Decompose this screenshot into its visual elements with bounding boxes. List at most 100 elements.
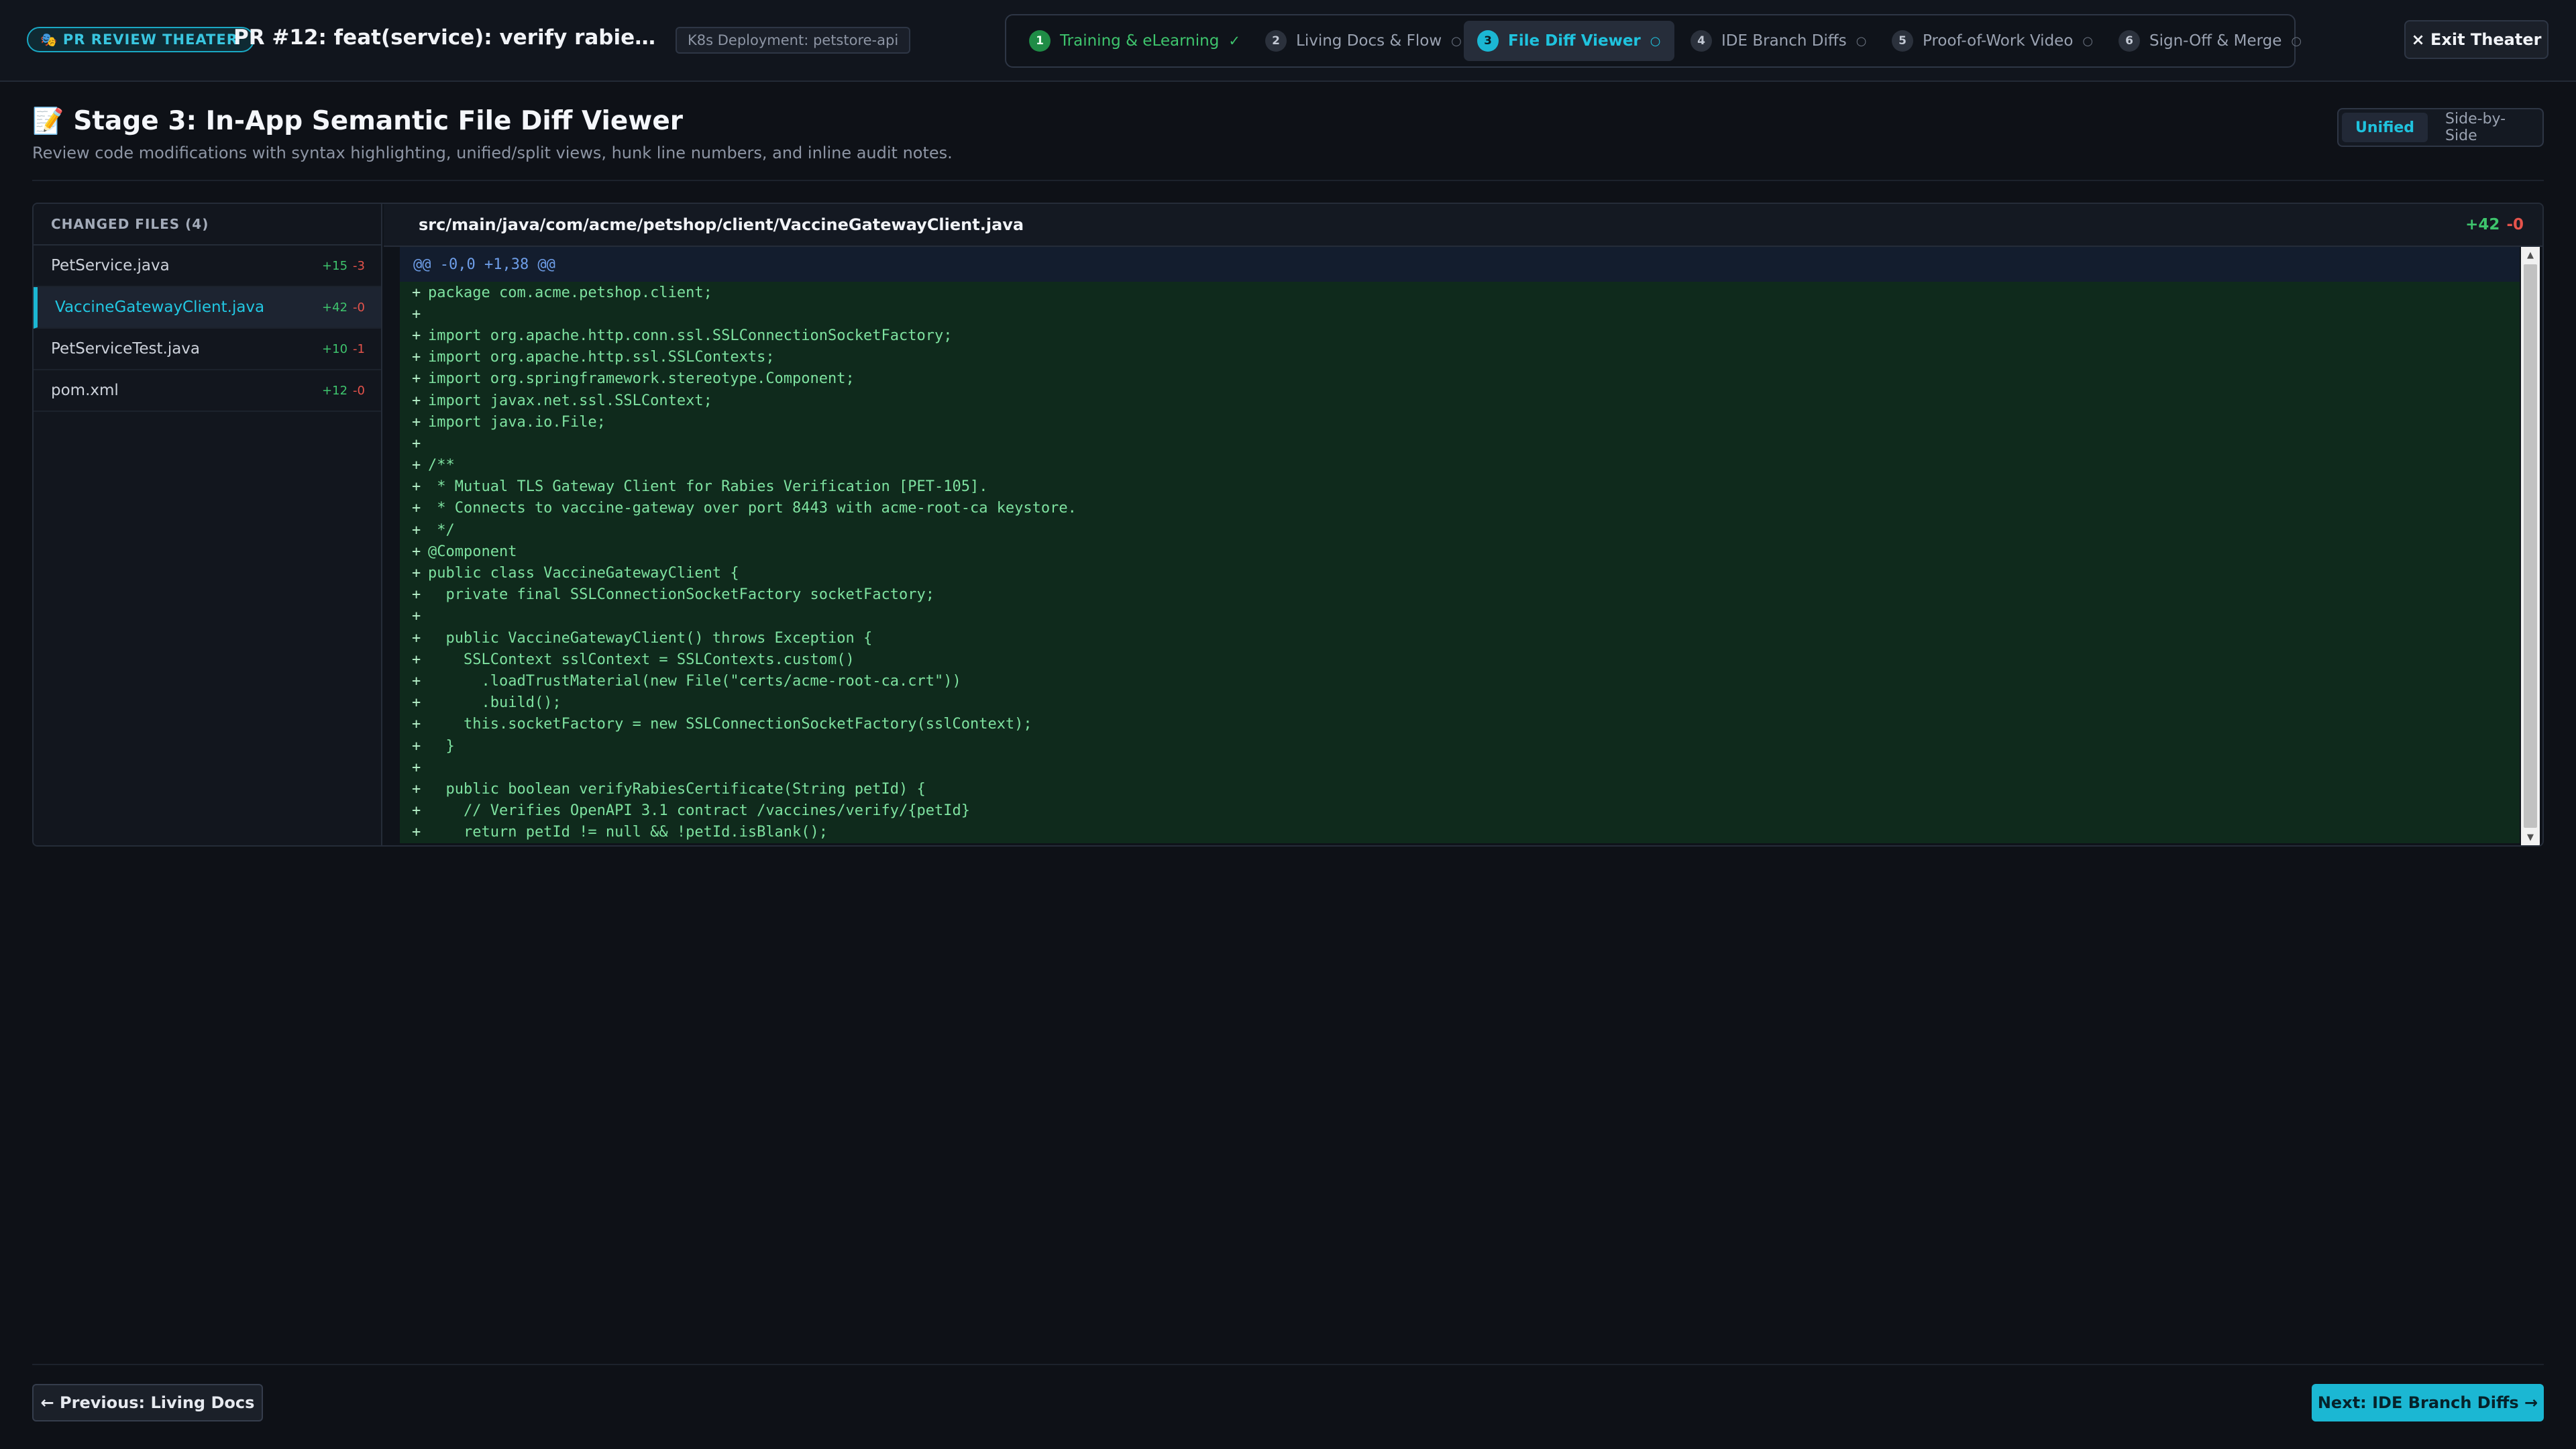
changed-files-list: CHANGED FILES (4) PetService.java +15 -3… (34, 204, 382, 845)
step-label: Proof-of-Work Video (1923, 32, 2074, 50)
diff-line: + .build(); (400, 692, 2520, 714)
top-bar: 🎭 PR REVIEW THEATER PR #12: feat(service… (0, 0, 2576, 82)
removed-count: -1 (353, 341, 365, 356)
app-badge-label: PR REVIEW THEATER (62, 32, 238, 48)
diff-line-text: .build(); (428, 694, 561, 712)
file-stats: +10 -1 (322, 342, 365, 356)
check-icon: ✓ (1228, 33, 1240, 49)
diff-line: + SSLContext sslContext = SSLContexts.cu… (400, 649, 2520, 671)
circle-icon: ○ (1856, 34, 1867, 48)
page-subtitle: Review code modifications with syntax hi… (32, 144, 953, 162)
added-count: +10 (322, 341, 348, 356)
removed-count: -0 (2506, 216, 2524, 233)
diff-line: + import javax.net.ssl.SSLContext; (400, 389, 2520, 412)
step-label: Sign-Off & Merge (2149, 32, 2282, 50)
next-stage-button[interactable]: Next: IDE Branch Diffs → (2312, 1384, 2544, 1421)
file-name: PetService.java (51, 257, 170, 274)
step-number: 4 (1690, 30, 1712, 52)
diff-line-text: @Component (428, 543, 517, 560)
file-stats: +15 -3 (322, 259, 365, 273)
step-living-docs[interactable]: 2 Living Docs & Flow ○ (1252, 21, 1475, 61)
step-number: 6 (2118, 30, 2140, 52)
diff-scrollbar[interactable]: ▲ ▼ (2521, 247, 2540, 845)
diff-line: + this.socketFactory = new SSLConnection… (400, 713, 2520, 735)
diff-line: + */ (400, 519, 2520, 541)
diff-line: + @Component (400, 541, 2520, 563)
diff-line-text: public boolean verifyRabiesCertificate(S… (428, 780, 926, 798)
file-name: PetServiceTest.java (51, 340, 201, 358)
added-count: +42 (322, 300, 348, 315)
file-item[interactable]: PetService.java +15 -3 (34, 246, 381, 287)
page-title: 📝 Stage 3: In-App Semantic File Diff Vie… (32, 106, 683, 136)
step-number: 3 (1477, 30, 1499, 52)
step-number: 5 (1892, 30, 1913, 52)
diff-file-path: src/main/java/com/acme/petshop/client/Va… (419, 215, 1024, 234)
file-item-selected[interactable]: VaccineGatewayClient.java +42 -0 (34, 287, 381, 329)
diff-line: + * Mutual TLS Gateway Client for Rabies… (400, 476, 2520, 498)
circle-icon: ○ (2082, 34, 2094, 48)
step-proof-video[interactable]: 5 Proof-of-Work Video ○ (1878, 21, 2106, 61)
diff-line: + import java.io.File; (400, 411, 2520, 433)
diff-line: + * Connects to vaccine-gateway over por… (400, 497, 2520, 520)
step-ide-branch[interactable]: 4 IDE Branch Diffs ○ (1677, 21, 1880, 61)
step-label: IDE Branch Diffs (1721, 32, 1847, 50)
diff-line-text: return petId != null && !petId.isBlank()… (428, 824, 828, 841)
file-stats: +42 -0 (322, 301, 365, 315)
circle-icon: ○ (1451, 34, 1462, 48)
scroll-up-arrow-icon[interactable]: ▲ (2521, 247, 2540, 263)
diff-panel: CHANGED FILES (4) PetService.java +15 -3… (32, 203, 2544, 847)
diff-line: + (400, 757, 2520, 779)
diff-line-text: import java.io.File; (428, 413, 606, 431)
file-name: VaccineGatewayClient.java (55, 299, 265, 316)
diff-line-text: // Verifies OpenAPI 3.1 contract /vaccin… (428, 802, 970, 820)
changed-files-header: CHANGED FILES (4) (34, 204, 381, 246)
step-number: 2 (1265, 30, 1287, 52)
diff-line-text: SSLContext sslContext = SSLContexts.cust… (428, 651, 855, 668)
diff-line-text: public VaccineGatewayClient() throws Exc… (428, 629, 873, 647)
diff-line: + import org.apache.http.ssl.SSLContexts; (400, 346, 2520, 368)
diff-line-text: /** (428, 457, 455, 474)
file-name: pom.xml (51, 382, 119, 399)
scroll-down-arrow-icon[interactable]: ▼ (2521, 829, 2540, 845)
diff-line: + import org.springframework.stereotype.C… (400, 368, 2520, 390)
file-item[interactable]: PetServiceTest.java +10 -1 (34, 329, 381, 370)
hunk-header: @@ -0,0 +1,38 @@ (400, 247, 2520, 282)
stage-stepper: 1 Training & eLearning ✓ 2 Living Docs &… (1005, 14, 2302, 68)
pr-title: PR #12: feat(service): verify rabies cer… (233, 25, 663, 50)
diff-line-text: } (428, 737, 455, 755)
diff-line: + public class VaccineGatewayClient { (400, 562, 2520, 584)
diff-line: + (400, 433, 2520, 455)
diff-line-text: this.socketFactory = new SSLConnectionSo… (428, 716, 1032, 733)
unified-view-button[interactable]: Unified (2342, 113, 2428, 142)
diff-line-text: * Mutual TLS Gateway Client for Rabies V… (428, 478, 988, 496)
diff-line-text: import org.apache.http.ssl.SSLContexts; (428, 349, 775, 366)
diff-stats: +42 -0 (2465, 216, 2524, 233)
scrollbar-thumb[interactable] (2524, 264, 2537, 828)
diff-line: + package com.acme.petshop.client; (400, 282, 2520, 304)
diff-code: @@ -0,0 +1,38 @@ + package com.acme.petsh… (400, 247, 2520, 845)
app-badge: 🎭 PR REVIEW THEATER (27, 27, 254, 52)
divider (32, 180, 2544, 181)
removed-count: -0 (353, 300, 365, 315)
diff-line: + // Verifies OpenAPI 3.1 contract /vacc… (400, 800, 2520, 822)
diff-line-text: .loadTrustMaterial(new File("certs/acme-… (428, 672, 961, 690)
memo-icon: 📝 (32, 106, 64, 136)
diff-line: + private final SSLConnectionSocketFacto… (400, 584, 2520, 606)
diff-line: +/** (400, 454, 2520, 476)
diff-line: + return petId != null && !petId.isBlank… (400, 821, 2520, 843)
step-file-diff[interactable]: 3 File Diff Viewer ○ (1464, 21, 1674, 61)
previous-stage-button[interactable]: ← Previous: Living Docs (32, 1384, 263, 1421)
added-count: +42 (2465, 216, 2500, 233)
step-training[interactable]: 1 Training & eLearning ✓ (1016, 21, 1254, 61)
diff-line: + .loadTrustMaterial(new File("certs/acm… (400, 670, 2520, 692)
diff-line: + } (400, 735, 2520, 757)
added-count: +15 (322, 258, 348, 273)
added-count: +12 (322, 383, 348, 398)
step-sign-off[interactable]: 6 Sign-Off & Merge ○ (2105, 21, 2315, 61)
step-label: Training & eLearning (1060, 32, 1220, 50)
file-item[interactable]: pom.xml +12 -0 (34, 370, 381, 412)
exit-theater-button[interactable]: × Exit Theater (2404, 20, 2548, 59)
diff-line: + (400, 303, 2520, 325)
side-by-side-view-button[interactable]: Side-by-Side (2432, 111, 2539, 144)
diff-header: src/main/java/com/acme/petshop/client/Va… (384, 204, 2542, 247)
